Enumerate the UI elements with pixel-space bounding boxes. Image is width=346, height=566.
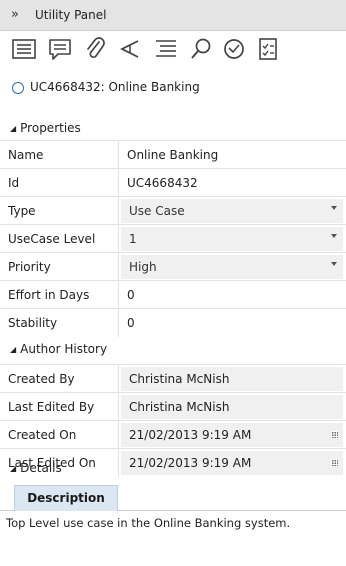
search-icon[interactable] (187, 35, 215, 63)
section-details-label: Details (20, 461, 62, 475)
last-edited-by-label: Last Edited By (8, 400, 95, 414)
dropdown-arrow-icon[interactable] (331, 206, 337, 210)
usecase-level-label: UseCase Level (8, 232, 96, 246)
last-edited-on-value: 21/02/2013 9:19 AM (129, 456, 252, 470)
type-value: Use Case (129, 204, 185, 218)
priority-label: Priority (8, 260, 51, 274)
created-on-value: 21/02/2013 9:19 AM (129, 428, 252, 442)
created-by-label: Created By (8, 372, 75, 386)
effort-field[interactable]: 0 (127, 288, 135, 302)
section-author-history[interactable]: ◢ Author History (10, 342, 107, 356)
history-row-created-on: Created On 21/02/2013 9:19 AM (0, 420, 346, 449)
property-row-name: Name Online Banking (0, 140, 346, 169)
collapse-triangle-icon: ◢ (10, 124, 17, 133)
priority-select[interactable]: High (121, 255, 343, 279)
list-view-icon[interactable] (10, 35, 38, 63)
collapse-triangle-icon: ◢ (10, 345, 17, 354)
calendar-icon[interactable] (331, 431, 338, 438)
section-properties[interactable]: ◢ Properties (10, 121, 81, 135)
collapse-chevron-icon[interactable]: » (11, 7, 19, 22)
usecase-circle-icon (12, 82, 24, 94)
share-icon[interactable] (116, 35, 144, 63)
type-label: Type (8, 204, 36, 218)
property-row-id: Id UC4668432 (0, 168, 346, 197)
id-field[interactable]: UC4668432 (127, 176, 198, 190)
calendar-icon[interactable] (331, 459, 338, 466)
id-label: Id (8, 176, 20, 190)
description-body[interactable]: Top Level use case in the Online Banking… (0, 511, 346, 566)
last-edited-by-field: Christina McNish (121, 395, 343, 419)
usecase-level-value: 1 (129, 232, 137, 246)
created-by-value: Christina McNish (129, 372, 230, 386)
tab-description-label: Description (27, 491, 105, 505)
effort-label: Effort in Days (8, 288, 90, 302)
type-select[interactable]: Use Case (121, 199, 343, 223)
details-tabbar: Description (0, 483, 346, 511)
tab-description[interactable]: Description (14, 485, 118, 511)
property-row-type: Type Use Case (0, 196, 346, 225)
description-text: Top Level use case in the Online Banking… (6, 516, 291, 530)
paperclip-icon[interactable] (82, 35, 110, 63)
utility-toolbar (0, 31, 346, 69)
created-on-label: Created On (8, 428, 77, 442)
property-row-usecase-level: UseCase Level 1 (0, 224, 346, 253)
last-edited-by-value: Christina McNish (129, 400, 230, 414)
section-author-history-label: Author History (20, 342, 108, 356)
history-row-created-by: Created By Christina McNish (0, 364, 346, 393)
name-field[interactable]: Online Banking (127, 148, 218, 162)
history-row-last-edited-by: Last Edited By Christina McNish (0, 392, 346, 421)
checklist-icon[interactable] (254, 35, 282, 63)
name-label: Name (8, 148, 44, 162)
priority-value: High (129, 260, 157, 274)
clock-icon[interactable] (220, 35, 248, 63)
section-details-header[interactable]: ◢ Details (10, 461, 62, 475)
dropdown-arrow-icon[interactable] (331, 262, 337, 266)
last-edited-on-field: 21/02/2013 9:19 AM (121, 451, 343, 475)
item-title: UC4668432: Online Banking (30, 80, 200, 94)
stability-field[interactable]: 0 (127, 316, 135, 330)
collapse-triangle-icon: ◢ (10, 464, 17, 473)
usecase-level-select[interactable]: 1 (121, 227, 343, 251)
property-row-effort: Effort in Days 0 (0, 280, 346, 309)
section-properties-label: Properties (20, 121, 81, 135)
stability-label: Stability (8, 316, 58, 330)
property-row-priority: Priority High (0, 252, 346, 281)
comment-icon[interactable] (46, 35, 74, 63)
created-by-field: Christina McNish (121, 367, 343, 391)
utility-panel-header[interactable]: » Utility Panel (0, 0, 346, 31)
dropdown-arrow-icon[interactable] (331, 234, 337, 238)
property-row-stability: Stability 0 (0, 308, 346, 337)
indent-list-icon[interactable] (152, 35, 180, 63)
panel-title: Utility Panel (35, 8, 107, 22)
created-on-field: 21/02/2013 9:19 AM (121, 423, 343, 447)
